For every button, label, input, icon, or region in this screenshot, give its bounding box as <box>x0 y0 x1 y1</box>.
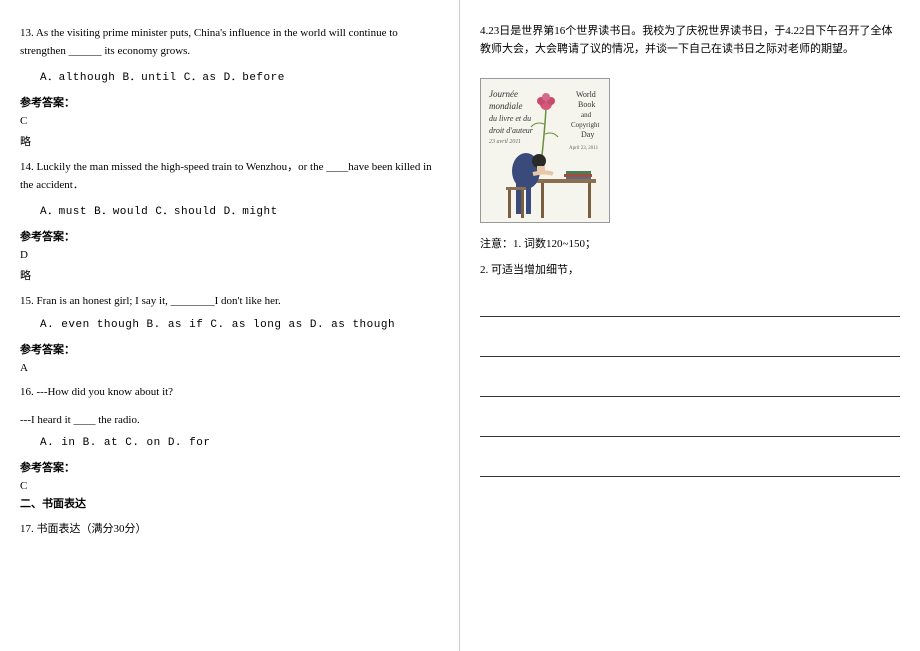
img-text-livre: du livre et du <box>489 114 531 123</box>
section2-header: 二、书面表达 <box>20 495 439 511</box>
q15-answer: A <box>20 362 439 374</box>
img-text-droit: droit d'auteur <box>489 126 534 135</box>
q13-text: 13. As the visiting prime minister puts,… <box>20 25 439 60</box>
q15-options: A. even though B. as if C. as long as D.… <box>40 319 439 331</box>
notes-item-1: 注意：1. 词数120~150； <box>480 235 900 251</box>
notes-section: 注意：1. 词数120~150； 2. 可适当增加细节， <box>480 235 900 277</box>
writing-line-1 <box>480 297 900 317</box>
img-text-day: Day <box>581 130 594 139</box>
q16-answer-label: 参考答案： <box>20 459 439 475</box>
q16-text1: 16. ---How did you know about it? <box>20 384 439 402</box>
img-text-date-en: April 23, 2011 <box>569 146 599 151</box>
img-text-journee: Journée <box>489 89 518 99</box>
img-text-world: World <box>576 90 596 99</box>
q14-answer-label: 参考答案： <box>20 228 439 244</box>
left-column: 13. As the visiting prime minister puts,… <box>0 0 460 651</box>
q13-extra: 略 <box>20 133 439 149</box>
writing-prompt: 4.23日是世界第16个世界读书日。我校为了庆祝世界读书日，于4.22日下午召开… <box>480 23 900 58</box>
section2-item: 17. 书面表达（满分30分） <box>20 521 439 539</box>
q14-answer: D <box>20 249 439 261</box>
writing-line-4 <box>480 417 900 437</box>
img-text-book: Book <box>578 100 595 109</box>
writing-line-2 <box>480 337 900 357</box>
q13-answer: C <box>20 115 439 127</box>
writing-line-3 <box>480 377 900 397</box>
q13-options: A．although B．until C．as D．before <box>40 68 439 84</box>
img-text-and: and <box>581 111 592 119</box>
right-column: 4.23日是世界第16个世界读书日。我校为了庆祝世界读书日，于4.22日下午召开… <box>460 0 920 651</box>
q16-answer: C <box>20 480 439 492</box>
q15-text: 15. Fran is an honest girl; I say it, __… <box>20 293 439 311</box>
q14-options: A．must B．would C．should D．might <box>40 202 439 218</box>
img-text-copyright: Copyright <box>571 121 599 129</box>
img-text-mondiale: mondiale <box>489 101 523 111</box>
world-book-day-illustration: Journée mondiale du livre et du droit d'… <box>480 78 610 223</box>
q14-text: 14. Luckily the man missed the high-spee… <box>20 159 439 194</box>
q15-answer-label: 参考答案： <box>20 341 439 357</box>
writing-line-5 <box>480 457 900 477</box>
q13-answer-label: 参考答案： <box>20 94 439 110</box>
img-text-date-fr: 23 avril 2011 <box>489 139 521 145</box>
q14-extra: 略 <box>20 267 439 283</box>
notes-item-2: 2. 可适当增加细节， <box>480 261 900 277</box>
q16-options: A. in B. at C. on D. for <box>40 437 439 449</box>
q16-text2: ---I heard it ____ the radio. <box>20 412 439 430</box>
